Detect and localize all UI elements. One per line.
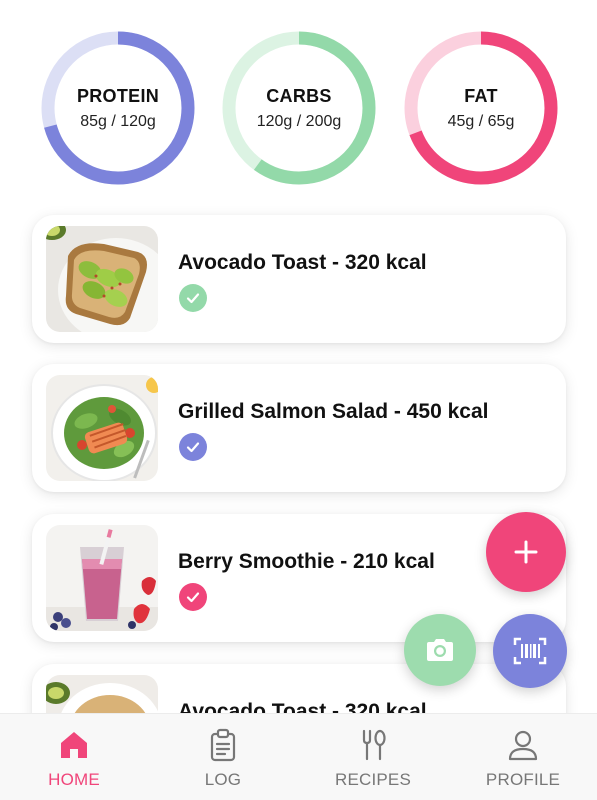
nav-label-home: HOME [48,770,100,789]
meal-check-icon[interactable] [179,583,207,611]
barcode-scan-button[interactable] [493,614,567,688]
carbs-value: 120g / 200g [256,112,342,130]
camera-icon [427,639,453,661]
nav-item-log[interactable]: LOG [158,714,288,800]
nav-label-recipes: RECIPES [334,770,412,789]
bottom-nav: HOME LOG RECIPES PROFILE [0,713,597,800]
barcode-icon [513,637,547,665]
nav-label-log: LOG [204,770,242,789]
nav-item-home[interactable]: HOME [9,714,139,800]
carbs-label: CARBS [266,85,332,106]
salmon-salad-photo [46,375,158,481]
nav-label-profile: PROFILE [485,770,561,789]
fat-value: 45g / 65g [447,112,515,130]
protein-label: PROTEIN [76,85,160,106]
meal-check-icon[interactable] [179,433,207,461]
fat-ring[interactable]: FAT 45g / 65g [403,30,559,186]
meal-title: Avocado Toast - 320 kcal [178,251,427,274]
utensils-icon [362,729,386,761]
avocado-toast-photo [46,226,158,332]
nav-item-recipes[interactable]: RECIPES [308,714,438,800]
carbs-ring[interactable]: CARBS 120g / 200g [221,30,377,186]
protein-ring[interactable]: PROTEIN 85g / 120g [40,30,196,186]
nav-item-profile[interactable]: PROFILE [458,714,588,800]
clipboard-icon [210,728,236,762]
home-icon [61,732,87,758]
meal-card[interactable]: Grilled Salmon Salad - 450 kcal [32,364,566,492]
person-icon [508,730,538,761]
berry-smoothie-photo [46,525,158,631]
plus-icon [514,540,538,564]
meal-title: Berry Smoothie - 210 kcal [178,550,435,573]
meal-card[interactable]: Avocado Toast - 320 kcal [32,215,566,343]
fat-label: FAT [464,85,498,106]
meal-check-icon[interactable] [179,284,207,312]
macro-rings: PROTEIN 85g / 120g CARBS 120g / 200g FAT… [0,30,597,190]
camera-button[interactable] [404,614,476,686]
protein-value: 85g / 120g [80,112,156,130]
meal-title: Grilled Salmon Salad - 450 kcal [178,400,489,423]
add-meal-button[interactable] [486,512,566,592]
meal-card[interactable]: Berry Smoothie - 210 kcal [32,514,566,642]
